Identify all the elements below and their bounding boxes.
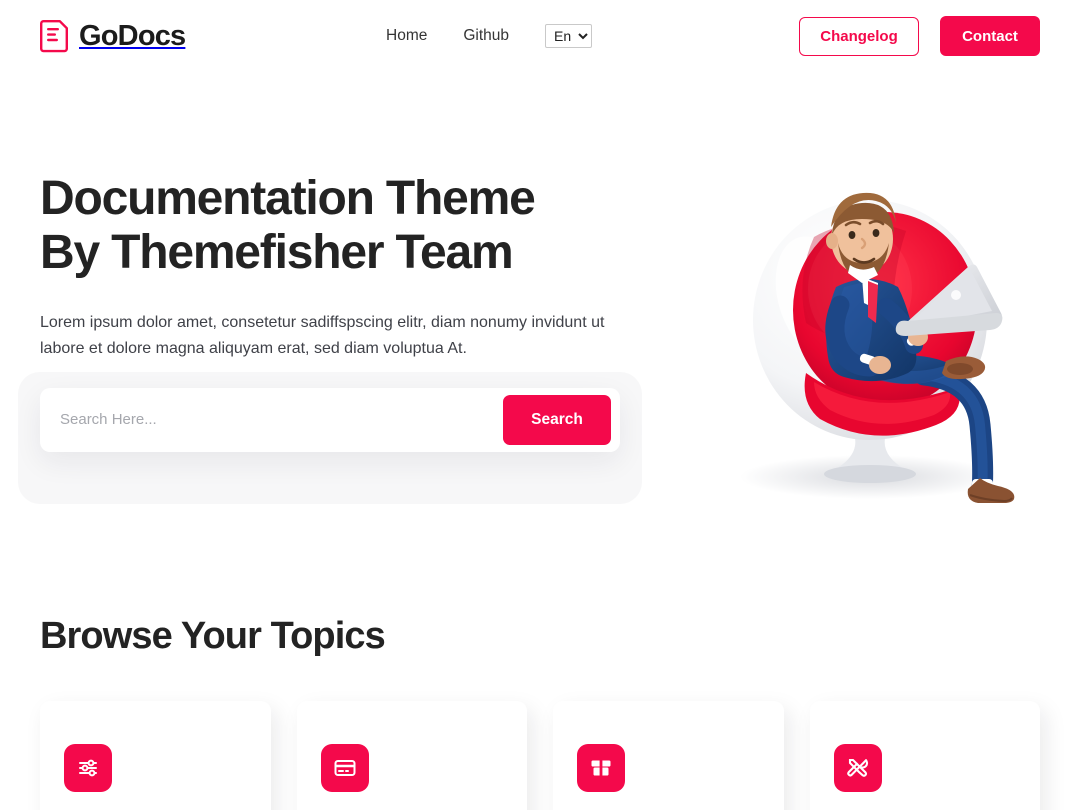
box-icon — [577, 744, 625, 792]
hero-section: Documentation Theme By Themefisher Team … — [0, 172, 1080, 597]
language-select[interactable]: En — [545, 24, 593, 48]
changelog-button[interactable]: Changelog — [799, 16, 919, 56]
topic-card[interactable]: Basic Startup Cras at dolor eget urna va… — [40, 701, 271, 810]
topic-card[interactable]: Account Bill Cras at dolor eget urna var… — [296, 701, 527, 810]
main-navigation: Home Github En — [386, 24, 593, 48]
nav-link-github[interactable]: Github — [463, 27, 509, 45]
nav-link-home[interactable]: Home — [386, 27, 427, 45]
hero-search: Search — [18, 371, 642, 504]
brand-logo[interactable]: GoDocs — [40, 19, 186, 53]
header-actions: Changelog Contact — [799, 16, 1040, 56]
search-button[interactable]: Search — [503, 394, 611, 445]
brand-name: GoDocs — [79, 19, 186, 52]
site-header: GoDocs Home Github En Changelog Contact — [0, 0, 1080, 72]
hero-title-line-2: By Themefisher Team — [40, 226, 514, 280]
man-in-egg-chair-with-laptop-illustration — [710, 177, 1070, 507]
page-title: Documentation Theme By Themefisher Team — [40, 172, 640, 280]
tools-icon — [833, 744, 882, 792]
sliders-icon — [64, 744, 112, 792]
hero-title-line-1: Documentation Theme — [40, 172, 536, 225]
search-box: Search — [40, 387, 620, 452]
contact-button[interactable]: Contact — [940, 16, 1040, 56]
topic-card[interactable]: Theme Facility Cras at dolor eget urna v… — [809, 701, 1040, 810]
topics-heading: Browse Your Topics — [40, 615, 386, 657]
topics-section: Browse Your Topics Basic Startup Cras at… — [0, 615, 1080, 810]
document-icon — [40, 19, 70, 53]
topic-card[interactable]: Our Features Cras at dolor eget urna var… — [553, 701, 784, 810]
topic-cards-grid: Basic Startup Cras at dolor eget urna va… — [40, 701, 1040, 810]
hero-subtitle: Lorem ipsum dolor amet, consetetur sadif… — [40, 314, 605, 358]
credit-card-icon — [320, 744, 369, 792]
search-input[interactable] — [40, 411, 503, 429]
